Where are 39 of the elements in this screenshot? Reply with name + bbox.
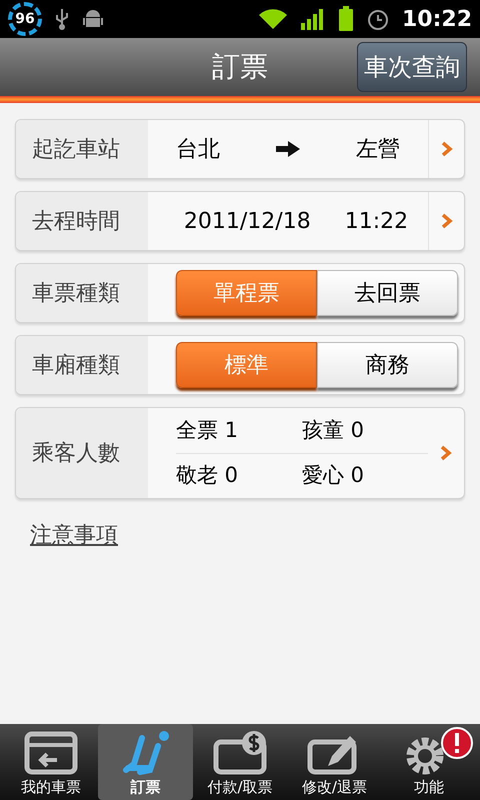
passenger-count: 愛心 0 (302, 462, 364, 489)
battery-icon (338, 6, 354, 32)
usb-icon (54, 7, 70, 31)
nav-tab[interactable]: 功能 (382, 724, 476, 800)
card-dollar-icon (212, 730, 268, 776)
segment-option[interactable]: 商務 (317, 342, 458, 388)
row-label: 去程時間 (32, 208, 120, 236)
chevron-right-icon (440, 213, 452, 229)
signal-icon (300, 7, 326, 31)
nav-tab[interactable]: 訂票 (98, 724, 193, 800)
chevron-right-icon (440, 445, 452, 461)
notice-link[interactable]: 注意事項 (30, 523, 118, 548)
origin-station: 台北 (176, 136, 220, 164)
form-row[interactable]: 乘客人數 全票 1 孩童 0 敬老 0 愛心 0 (15, 407, 465, 499)
passenger-count: 敬老 0 (176, 462, 238, 489)
departure-time: 11:22 (344, 208, 408, 236)
row-label: 乘客人數 (32, 440, 120, 468)
row-label: 車廂種類 (32, 352, 120, 380)
chevron-right-icon (440, 141, 452, 157)
wifi-icon (258, 7, 288, 31)
nav-tab[interactable]: 我的車票 (4, 724, 98, 800)
clock-time: 10:22 (402, 6, 472, 34)
alarm-icon (366, 7, 390, 31)
arrow-right-icon (276, 141, 300, 157)
battery-percent: 96 (15, 10, 35, 28)
form-row[interactable]: 起訖車站 台北 左營 (15, 119, 465, 179)
android-icon (82, 8, 104, 30)
row-label: 起訖車站 (32, 136, 120, 164)
passenger-count: 全票 1 (176, 416, 238, 444)
nav-tab[interactable]: 付款/取票 (192, 724, 288, 800)
page-title: 訂票 (212, 49, 268, 85)
passenger-count: 孩童 0 (302, 416, 364, 444)
departure-date: 2011/12/18 (184, 208, 311, 236)
train-search-button[interactable]: 車次查詢 (357, 42, 467, 92)
segment-option[interactable]: 去回票 (317, 270, 458, 316)
destination-station: 左營 (356, 136, 400, 164)
form-row[interactable]: 去程時間 2011/12/18 11:22 (15, 191, 465, 251)
nav-tab[interactable]: 修改/退票 (287, 724, 382, 800)
row-label: 車票種類 (32, 280, 120, 308)
